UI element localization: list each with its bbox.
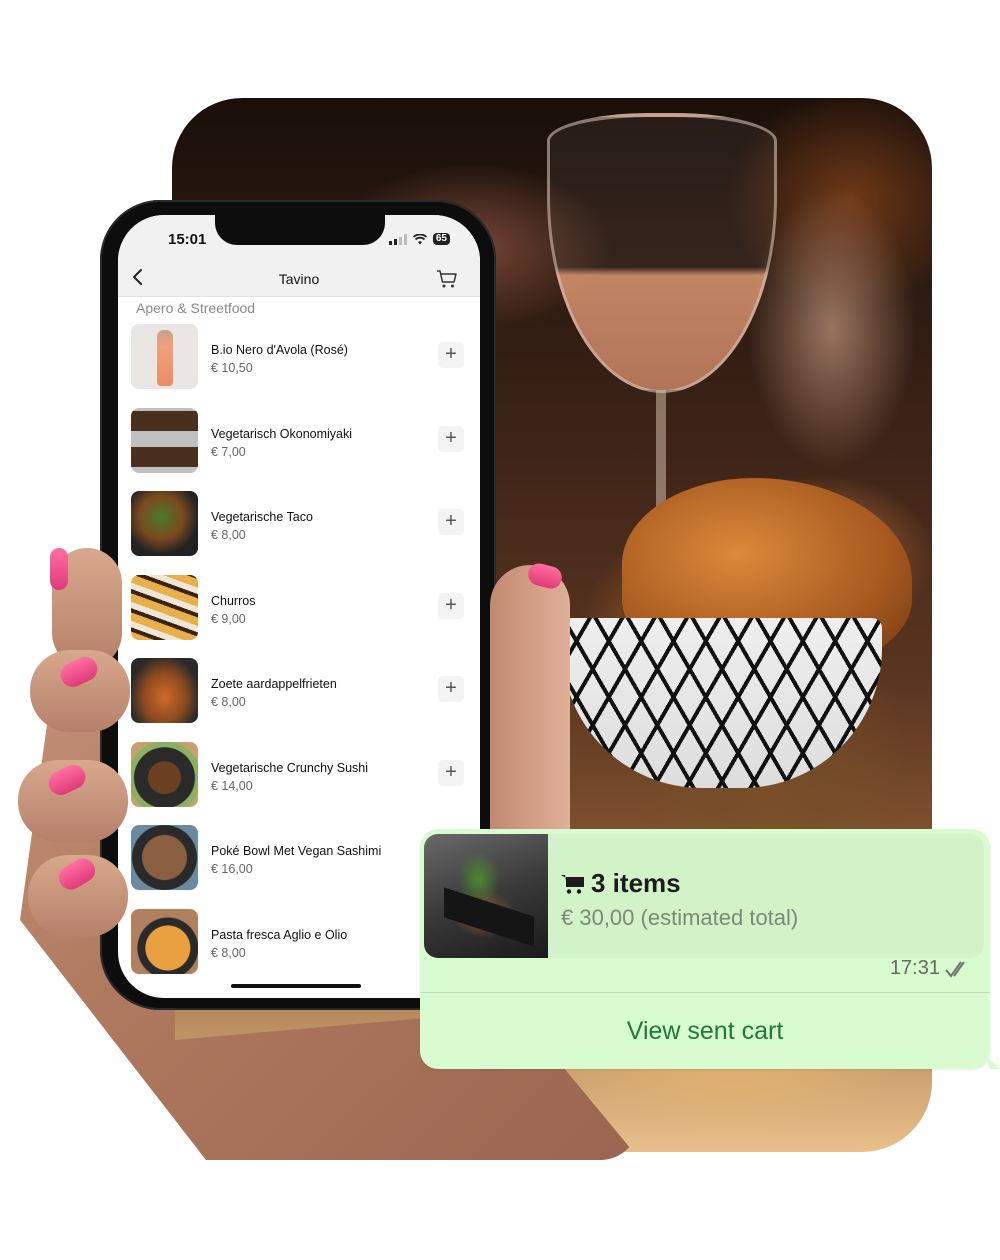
cart-item-image — [424, 834, 548, 958]
menu-item-price: € 16,00 — [211, 862, 253, 876]
menu-item-image — [131, 741, 198, 807]
fingernail — [56, 653, 102, 691]
menu-item-name: Churros — [211, 593, 256, 608]
menu-item[interactable]: Vegetarische Taco € 8,00 + — [118, 489, 480, 573]
menu-item-image — [131, 574, 198, 640]
add-to-cart-button[interactable]: + — [438, 676, 464, 702]
menu-item-price: € 9,00 — [211, 611, 246, 626]
nav-bar: Tavino — [118, 263, 480, 297]
menu-item-price: € 8,00 — [211, 528, 246, 542]
double-check-icon — [945, 960, 965, 978]
add-to-cart-button[interactable]: + — [438, 509, 464, 535]
status-time: 15:01 — [168, 231, 207, 248]
cart-summary-card[interactable]: 3 items € 30,00 (estimated total) — [424, 834, 984, 958]
menu-item[interactable]: Zoete aardappelfrieten € 8,00 + — [118, 656, 480, 740]
menu-item-image — [131, 908, 198, 974]
menu-item[interactable]: Vegetarische Crunchy Sushi € 14,00 + — [118, 740, 480, 824]
wifi-icon — [412, 233, 427, 244]
phone-notch — [215, 215, 385, 245]
add-to-cart-button[interactable]: + — [438, 342, 464, 368]
fingernail — [54, 854, 100, 894]
cart-button[interactable] — [436, 269, 458, 289]
battery-icon: 65 — [432, 233, 450, 245]
cart-title: 3 items — [561, 868, 681, 899]
view-sent-cart-button[interactable]: View sent cart — [420, 993, 990, 1069]
page-title: Tavino — [278, 271, 320, 287]
menu-item-name: Pasta fresca Aglio e Olio — [211, 927, 348, 942]
menu-item-image — [131, 491, 198, 556]
cart-icon — [437, 270, 457, 288]
add-to-cart-button[interactable]: + — [438, 425, 464, 452]
menu-item-price: € 10,50 — [211, 361, 253, 375]
cart-items-count: 3 items — [591, 868, 681, 898]
message-time: 17:31 — [889, 957, 940, 979]
menu-item-name: Zoete aardappelfrieten — [211, 677, 337, 691]
fingernail — [44, 761, 90, 799]
menu-item[interactable]: B.io Nero d'Avola (Rosé) € 10,50 + — [118, 322, 480, 406]
menu-item-price: € 14,00 — [211, 778, 253, 793]
menu-item-image — [131, 825, 198, 890]
bread-basket-image — [562, 618, 882, 788]
menu-item-price: € 8,00 — [211, 945, 246, 960]
menu-item-name: Poké Bowl Met Vegan Sashimi — [211, 844, 382, 858]
fingernail — [50, 548, 68, 590]
cart-message-bubble: 3 items € 30,00 (estimated total) 17:31 … — [420, 829, 1000, 1069]
menu-item-image — [131, 324, 198, 389]
add-to-cart-button[interactable]: + — [438, 592, 464, 619]
menu-item-price: € 7,00 — [211, 444, 246, 459]
cart-estimated-total: € 30,00 (estimated total) — [561, 905, 799, 930]
menu-item-name: Vegetarisch Okonomiyaki — [211, 426, 353, 441]
menu-item-image — [131, 407, 198, 473]
section-title: Apero & Streetfood — [136, 300, 256, 316]
cart-icon — [561, 874, 584, 894]
menu-item-name: Vegetarische Taco — [211, 510, 313, 524]
menu-item-name: Vegetarische Crunchy Sushi — [211, 760, 369, 775]
menu-item-price: € 8,00 — [211, 695, 246, 709]
add-to-cart-button[interactable]: + — [438, 759, 464, 786]
menu-item-name: B.io Nero d'Avola (Rosé) — [211, 343, 348, 357]
signal-icon — [388, 233, 407, 245]
message-meta: 17:31 — [890, 957, 972, 980]
menu-item[interactable]: Churros € 9,00 + — [118, 573, 480, 657]
menu-item[interactable]: Vegetarisch Okonomiyaki € 7,00 + — [118, 406, 480, 490]
home-indicator — [231, 984, 361, 988]
status-icons: 65 — [388, 233, 450, 245]
menu-item-image — [131, 658, 198, 723]
wine-glass-image — [547, 113, 777, 393]
